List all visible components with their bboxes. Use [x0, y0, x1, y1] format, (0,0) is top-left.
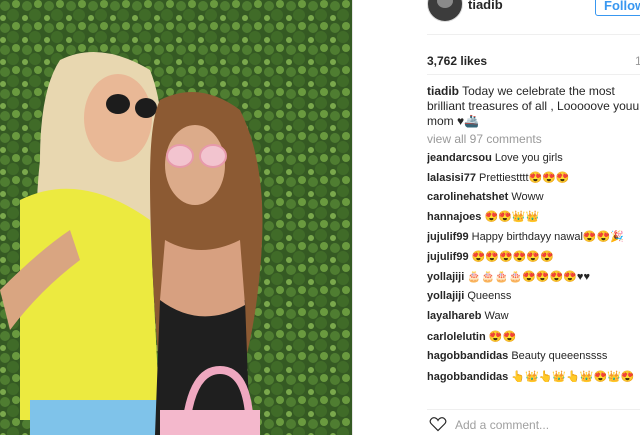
- comment-username[interactable]: yollajiji: [427, 271, 464, 283]
- heart-outline-icon[interactable]: [429, 416, 447, 432]
- comment-text: Happy birthdayy nawal😍😍🎉: [471, 231, 624, 243]
- comment-username[interactable]: jujulif99: [427, 251, 469, 263]
- likes-divider: [427, 74, 640, 75]
- comment-username[interactable]: layalhareb: [427, 310, 481, 322]
- comment-row: jujulif99 😍😍😍😍😍😍: [427, 250, 640, 263]
- post-time[interactable]: 1: [635, 54, 640, 68]
- comment-row: hannajoes 😍😍👑👑: [427, 210, 640, 223]
- view-all-comments-link[interactable]: view all 97 comments: [427, 132, 542, 146]
- comment-text: Waw: [484, 310, 509, 322]
- comment-row: layalhareb Waw: [427, 310, 640, 322]
- comment-row: carlolelutin 😍😍: [427, 330, 640, 343]
- likes-count[interactable]: 3,762 likes: [427, 54, 487, 68]
- comment-username[interactable]: hagobbandidas: [427, 371, 508, 383]
- post-header: tiadib Follow: [353, 0, 640, 22]
- comment-row: lalasisi77 Prettiestttt😍😍😍: [427, 171, 640, 184]
- add-comment-bar: Add a comment...: [427, 409, 640, 435]
- comment-text: Woww: [511, 191, 544, 203]
- comment-username[interactable]: jeandarcsou: [427, 152, 492, 164]
- post-photo[interactable]: [0, 0, 352, 435]
- comment-row: yollajiji 🎂🎂🎂🎂😍😍😍😍♥♥: [427, 270, 640, 283]
- comment-username[interactable]: jujulif99: [427, 231, 469, 243]
- caption-text: Today we celebrate the most brilliant tr…: [427, 84, 640, 128]
- comment-text: 🎂🎂🎂🎂😍😍😍😍♥♥: [467, 271, 590, 283]
- header-divider: [427, 34, 640, 35]
- comment-row: jeandarcsou Love you girls: [427, 152, 640, 164]
- post-caption: tiadib Today we celebrate the most brill…: [427, 84, 640, 129]
- comment-username[interactable]: hannajoes: [427, 211, 481, 223]
- comment-text: 😍😍😍😍😍😍: [471, 251, 554, 263]
- comment-text: 👆👑👆👑👆👑😍👑😍: [511, 371, 635, 383]
- comment-username[interactable]: hagobbandidas: [427, 350, 508, 362]
- follow-button[interactable]: Follow: [595, 0, 640, 16]
- header-username[interactable]: tiadib: [468, 0, 503, 12]
- comment-row: jujulif99 Happy birthdayy nawal😍😍🎉: [427, 230, 640, 243]
- comment-username[interactable]: yollajiji: [427, 290, 464, 302]
- comment-text: Love you girls: [494, 152, 563, 164]
- comment-username[interactable]: lalasisi77: [427, 172, 476, 184]
- photo-illustration: [0, 0, 352, 435]
- comment-username[interactable]: carlolelutin: [427, 331, 486, 343]
- caption-username[interactable]: tiadib: [427, 84, 459, 98]
- add-comment-input[interactable]: Add a comment...: [455, 418, 549, 432]
- comment-text: 😍😍: [488, 331, 517, 343]
- comment-text: 😍😍👑👑: [484, 211, 540, 223]
- comment-username[interactable]: carolinehatshet: [427, 191, 508, 203]
- comment-text: Beauty queeenssss: [511, 350, 608, 362]
- comment-row: carolinehatshet Woww: [427, 191, 640, 203]
- comment-row: hagobbandidas 👆👑👆👑👆👑😍👑😍: [427, 370, 640, 383]
- comment-text: Prettiestttt😍😍😍: [479, 172, 570, 184]
- comment-text: Queenss: [467, 290, 512, 302]
- comment-row: hagobbandidas Beauty queeenssss: [427, 350, 640, 362]
- post-panel: tiadib Follow 3,762 likes 1 tiadib Today…: [352, 0, 640, 435]
- comment-row: yollajiji Queenss: [427, 290, 640, 302]
- profile-avatar[interactable]: [427, 0, 463, 22]
